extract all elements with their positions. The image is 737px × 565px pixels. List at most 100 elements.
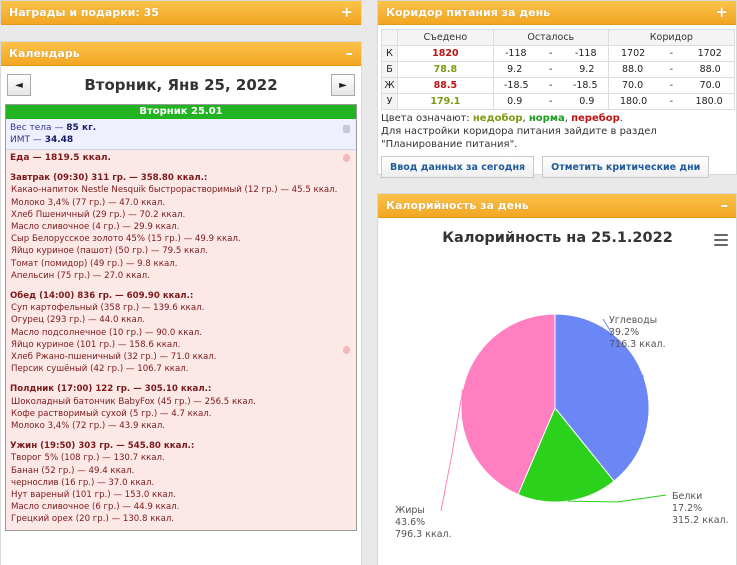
corridor-min: 180.0 — [619, 96, 648, 107]
left-cell: -18.5 - -18.5 — [492, 77, 609, 94]
dash: - — [669, 80, 674, 91]
left-max: 9.2 — [579, 64, 595, 75]
left-max: 0.9 — [579, 96, 595, 107]
collapse-icon[interactable]: – — [346, 46, 354, 61]
meal-list: Завтрак (09:30) 311 гр. — 358.80 ккал.: К… — [10, 172, 352, 525]
table-header: Съедено — [397, 29, 494, 46]
collapse-icon[interactable]: – — [721, 198, 729, 213]
enter-today-button[interactable]: Ввод данных за сегодня — [381, 156, 535, 178]
awards-header[interactable]: Награды и подарки: 35 + — [1, 1, 361, 25]
meal-item: Шоколадный батончик BabyFox (45 гр.) — 2… — [11, 396, 256, 407]
eaten-cell: 179.1 — [397, 93, 494, 110]
corridor-min: 88.0 — [622, 64, 644, 75]
day-header[interactable]: Вторник 25.01 — [6, 105, 356, 119]
calendar-date-title: Вторник, Янв 25, 2022 — [84, 76, 278, 94]
meal-item: Молоко 3,4% (77 гр.) — 47.0 ккал. — [11, 197, 166, 208]
slice-percent: 39.2% — [609, 327, 640, 338]
day-card: Вторник 25.01 Вес тела — 85 кг. ИМТ — 34… — [5, 104, 357, 531]
next-day-button[interactable]: ► — [330, 74, 355, 96]
food-total: Еда — 1819.5 ккал. — [10, 153, 111, 163]
left-cell: -118 - -118 — [492, 45, 609, 62]
slice-percent: 43.6% — [395, 517, 426, 528]
left-max: -118 — [574, 48, 597, 59]
meal-item: Суп картофельный (358 гр.) — 139.6 ккал. — [11, 303, 205, 314]
slice-value: 796.3 ккал. — [395, 529, 452, 540]
dash: - — [549, 96, 553, 107]
left-cell: 0.9 - 0.9 — [492, 93, 609, 110]
meal-item: Хлеб Пшеничный (29 гр.) — 70.2 ккал. — [11, 209, 186, 220]
weight-block[interactable]: Вес тела — 85 кг. ИМТ — 34.48 — [6, 119, 356, 150]
meal-item: Персик сушёный (42 гр.) — 106.7 ккал. — [11, 364, 189, 375]
table-row: Б 78.8 9.2 - 9.2 88.0 - 88.0 — [381, 61, 736, 78]
meal-header: Полдник (17:00) 122 гр. — 305.10 ккал.: — [10, 384, 212, 395]
legend-prefix: Цвета означают: — [381, 113, 473, 124]
calories-title: Калорийность за день — [386, 199, 529, 212]
legend-over: перебор — [571, 113, 620, 124]
apple-icon[interactable] — [343, 154, 350, 162]
row-label: Ж — [381, 77, 398, 94]
legend-norm: норма — [528, 113, 565, 124]
meal-item: Яйцо куриное (пашот) (50 гр.) — 79.5 кка… — [11, 246, 208, 257]
corridor-cell: 180.0 - 180.0 — [607, 93, 736, 110]
meal-item: Какао-напиток Nestle Nesquik быстрораств… — [11, 185, 338, 196]
meal-item: чернослив (16 гр.) — 37.0 ккал. — [11, 477, 155, 488]
eaten-cell: 78.8 — [397, 61, 494, 78]
left-min: 0.9 — [507, 96, 523, 107]
bmi-label: ИМТ — — [10, 135, 45, 145]
apple-icon[interactable] — [343, 346, 350, 354]
meal-item: Банан (52 гр.) — 49.4 ккал. — [11, 465, 135, 476]
corridor-min: 70.0 — [622, 80, 644, 91]
meal-item: Огурец (293 гр.) — 44.0 ккал. — [11, 315, 146, 326]
left-min: -118 — [504, 48, 527, 59]
calendar-panel: Календарь – ◄ Вторник, Янв 25, 2022 ► Вт… — [0, 41, 362, 565]
corridor-max: 88.0 — [699, 64, 721, 75]
corridor-max: 180.0 — [695, 96, 723, 107]
prev-day-button[interactable]: ◄ — [7, 74, 31, 96]
weight-value: 85 кг. — [66, 123, 97, 133]
row-label: У — [381, 93, 398, 110]
calendar-nav: ◄ Вторник, Янв 25, 2022 ► — [1, 66, 361, 98]
table-row: У 179.1 0.9 - 0.9 180.0 - 180.0 — [381, 93, 736, 110]
meal-item: Сыр Белорусское золото 45% (15 гр.) — 49… — [11, 234, 241, 245]
mark-critical-days-button[interactable]: Отметить критические дни — [542, 156, 710, 178]
corridor-cell: 70.0 - 70.0 — [607, 77, 736, 94]
row-label: Б — [381, 61, 398, 78]
slice-name: Белки — [672, 491, 703, 502]
corridor-cell: 1702 - 1702 — [607, 45, 736, 62]
food-block[interactable]: Еда — 1819.5 ккал. Завтрак (09:30) 311 г… — [6, 150, 356, 530]
dash: - — [549, 64, 553, 75]
meal-item: Масло сливочное (6 гр.) — 44.9 ккал. — [11, 502, 180, 513]
expand-icon[interactable]: + — [340, 5, 353, 20]
meal-item: Томат (помидор) (49 гр.) — 9.8 ккал. — [11, 258, 178, 269]
slice-value: 716.3 ккал. — [609, 339, 666, 350]
slice-connector — [440, 389, 464, 512]
slice-label: Жиры 43.6% 796.3 ккал. — [395, 505, 452, 541]
table-header: Осталось — [492, 29, 609, 46]
meal-item: Творог 5% (108 гр.) — 130.7 ккал. — [11, 453, 165, 464]
awards-title: Награды и подарки: 35 — [9, 6, 159, 19]
dash: - — [669, 64, 674, 75]
dash: - — [549, 48, 553, 59]
meal-item: Нут вареный (101 гр.) — 153.0 ккал. — [11, 490, 176, 501]
dash: - — [669, 96, 674, 107]
bmi-value: 34.48 — [44, 135, 74, 145]
corridor-cell: 88.0 - 88.0 — [607, 61, 736, 78]
corridor-title: Коридор питания за день — [386, 6, 551, 19]
left-min: -18.5 — [503, 80, 529, 91]
slice-name: Углеводы — [609, 315, 658, 326]
corridor-max: 1702 — [697, 48, 722, 59]
meal-item: Хлеб Ржано-пшеничный (32 гр.) — 71.0 кка… — [11, 352, 217, 363]
slice-percent: 17.2% — [672, 503, 703, 514]
slice-label: Углеводы 39.2% 716.3 ккал. — [609, 315, 666, 351]
corridor-header[interactable]: Коридор питания за день + — [378, 1, 736, 25]
calories-panel: Калорийность за день – Калорийность на 2… — [377, 193, 737, 565]
calories-header[interactable]: Калорийность за день – — [378, 194, 736, 218]
meal-item: Масло сливочное (4 гр.) — 29.9 ккал. — [11, 222, 180, 233]
dash: - — [549, 80, 553, 91]
calendar-header[interactable]: Календарь – — [1, 42, 361, 66]
scale-icon[interactable] — [343, 125, 350, 133]
slice-value: 315.2 ккал. — [672, 515, 729, 526]
meal-item: Яйцо куриное (101 гр.) — 158.6 ккал. — [11, 339, 181, 350]
meal-header: Обед (14:00) 836 гр. — 609.90 ккал.: — [10, 291, 194, 302]
expand-icon[interactable]: + — [715, 5, 728, 20]
